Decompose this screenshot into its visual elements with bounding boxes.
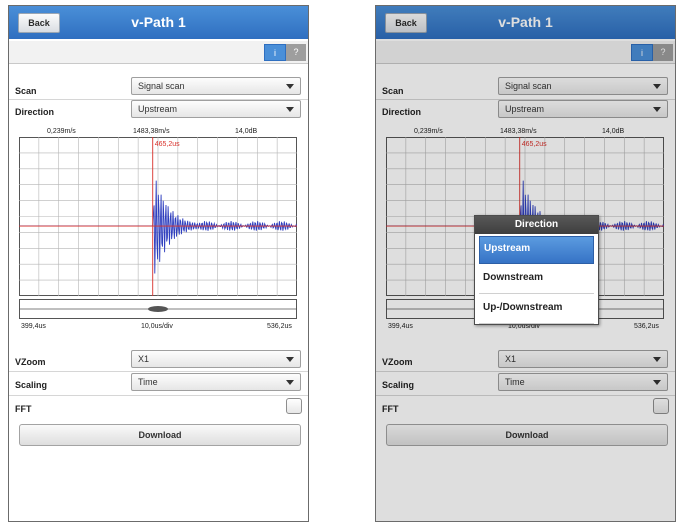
chevron-down-icon	[286, 380, 294, 385]
vzoom-select[interactable]: X1	[131, 350, 301, 368]
scan-label: Scan	[382, 86, 404, 96]
signal-plot[interactable]: 465,2us	[19, 137, 297, 296]
chart-bottom-left: 399,4us	[388, 323, 413, 330]
divider	[9, 395, 308, 396]
vzoom-select-value: X1	[138, 354, 150, 364]
dialog-option-upstream[interactable]: Upstream	[479, 236, 594, 264]
vzoom-select-value: X1	[505, 354, 517, 364]
scaling-label: Scaling	[15, 380, 48, 390]
scaling-select[interactable]: Time	[498, 373, 668, 391]
help-tab[interactable]: ?	[653, 44, 673, 61]
scaling-select-value: Time	[138, 377, 158, 387]
scan-select[interactable]: Signal scan	[131, 77, 301, 95]
direction-label: Direction	[15, 107, 55, 117]
tab-row: i ?	[376, 41, 675, 64]
dialog-option-downstream[interactable]: Downstream	[479, 266, 594, 294]
overview-signal-mark	[148, 306, 168, 312]
direction-select-value: Upstream	[138, 104, 178, 114]
chevron-down-icon	[653, 357, 661, 362]
chart-top-right: 14,0dB	[602, 128, 625, 135]
vzoom-label: VZoom	[15, 357, 46, 367]
info-tab[interactable]: i	[631, 44, 653, 61]
scan-select-value: Signal scan	[505, 81, 552, 91]
chart-top-left: 0,239m/s	[47, 128, 76, 135]
title-bar: Back v-Path 1	[9, 6, 308, 39]
scaling-label: Scaling	[382, 380, 415, 390]
chevron-down-icon	[653, 84, 661, 89]
screen-right: Back v-Path 1 i ? Scan Signal scan Direc…	[375, 5, 676, 522]
download-button[interactable]: Download	[386, 424, 668, 446]
marker-label: 465,2us	[155, 141, 180, 148]
chart-bottom-right: 536,2us	[267, 323, 292, 330]
chart-top-center: 1483,38m/s	[500, 128, 537, 135]
vzoom-select[interactable]: X1	[498, 350, 668, 368]
scan-label: Scan	[15, 86, 37, 96]
dialog-title: Direction	[475, 216, 598, 234]
marker-label: 465,2us	[522, 141, 547, 148]
fft-label: FFT	[15, 404, 32, 414]
divider	[376, 371, 675, 372]
chevron-down-icon	[286, 357, 294, 362]
scan-select[interactable]: Signal scan	[498, 77, 668, 95]
chart-top-left: 0,239m/s	[414, 128, 443, 135]
signal-overview[interactable]	[19, 299, 297, 319]
chart-top-center: 1483,38m/s	[133, 128, 170, 135]
scan-select-value: Signal scan	[138, 81, 185, 91]
chart-top-right: 14,0dB	[235, 128, 258, 135]
direction-select[interactable]: Upstream	[498, 100, 668, 118]
download-button[interactable]: Download	[19, 424, 301, 446]
direction-dialog: Direction Upstream Downstream Up-/Downst…	[474, 215, 599, 325]
help-tab[interactable]: ?	[286, 44, 306, 61]
chevron-down-icon	[286, 84, 294, 89]
chart-bottom-right: 536,2us	[634, 323, 659, 330]
direction-label: Direction	[382, 107, 422, 117]
page-title: v-Path 1	[498, 14, 553, 30]
divider	[376, 395, 675, 396]
dialog-option-up-downstream[interactable]: Up-/Downstream	[479, 296, 594, 324]
chevron-down-icon	[653, 107, 661, 112]
fft-checkbox[interactable]	[653, 398, 669, 414]
divider	[9, 371, 308, 372]
direction-select[interactable]: Upstream	[131, 100, 301, 118]
direction-select-value: Upstream	[505, 104, 545, 114]
page-title: v-Path 1	[131, 14, 186, 30]
vzoom-label: VZoom	[382, 357, 413, 367]
scaling-select[interactable]: Time	[131, 373, 301, 391]
chevron-down-icon	[286, 107, 294, 112]
title-bar: Back v-Path 1	[376, 6, 675, 39]
info-tab[interactable]: i	[264, 44, 286, 61]
scaling-select-value: Time	[505, 377, 525, 387]
chart-bottom-left: 399,4us	[21, 323, 46, 330]
tab-row: i ?	[9, 41, 308, 64]
chevron-down-icon	[653, 380, 661, 385]
fft-label: FFT	[382, 404, 399, 414]
chart-bottom-center: 10,0us/div	[141, 323, 173, 330]
screen-left: Back v-Path 1 i ? Scan Signal scan Direc…	[8, 5, 309, 522]
fft-checkbox[interactable]	[286, 398, 302, 414]
